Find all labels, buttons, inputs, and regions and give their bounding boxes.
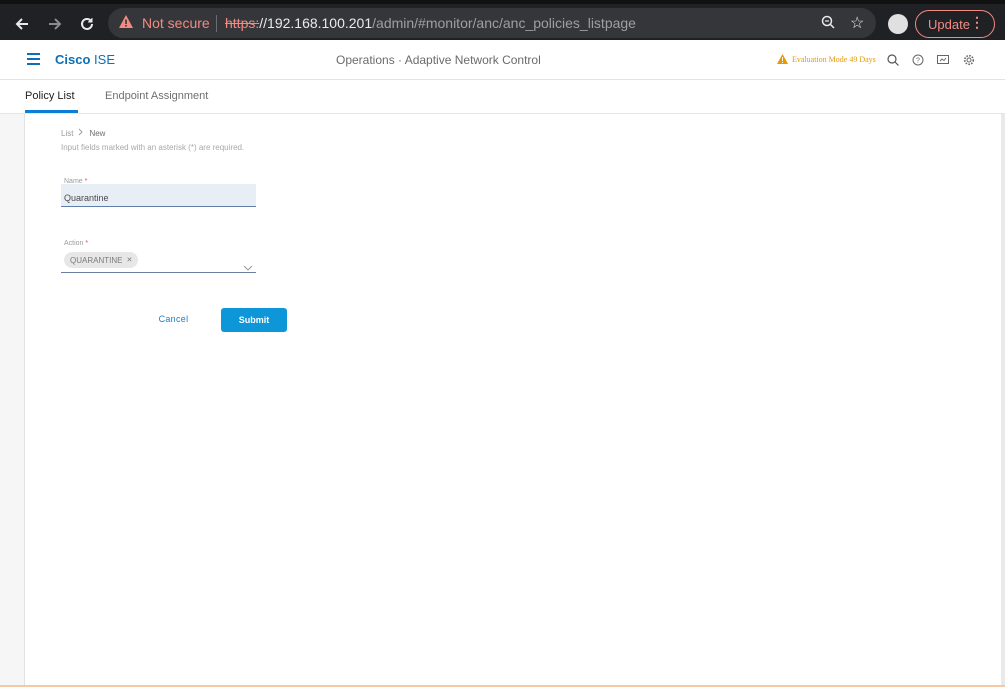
warning-triangle-icon (777, 54, 788, 64)
more-menu-icon: ⋮ (970, 14, 984, 30)
app-header: Cisco ISE Operations · Adaptive Network … (0, 40, 1005, 80)
selected-action-chip: QUARANTINE ✕ (64, 252, 139, 268)
url-scheme: https: (225, 15, 260, 31)
breadcrumb: List New (61, 128, 105, 138)
action-label: Action * (64, 240, 88, 247)
bookmark-star-icon[interactable]: ☆ (850, 13, 864, 33)
remove-chip-icon[interactable]: ✕ (126, 256, 132, 264)
help-icon[interactable]: ? (911, 53, 925, 67)
brand-logo[interactable]: Cisco ISE (55, 52, 115, 67)
required-fields-hint: Input fields marked with an asterisk (*)… (61, 143, 245, 152)
browser-toolbar: Not secure https://192.168.100.201/admin… (0, 0, 1005, 40)
left-gutter (0, 114, 25, 687)
tab-endpoint-assignment[interactable]: Endpoint Assignment (105, 90, 208, 102)
svg-text:?: ? (916, 58, 920, 65)
breadcrumb-list-link[interactable]: List (61, 129, 73, 138)
action-select[interactable]: QUARANTINE ✕ (61, 250, 256, 273)
search-icon[interactable] (886, 53, 900, 67)
reload-icon[interactable] (76, 13, 98, 35)
name-input[interactable] (61, 184, 256, 207)
update-button[interactable]: Update ⋮ (915, 10, 995, 38)
action-label-text: Action (64, 240, 84, 247)
tab-bar: Policy List Endpoint Assignment (0, 80, 1005, 114)
warning-triangle-icon (118, 14, 134, 35)
monitor-icon[interactable] (936, 53, 950, 67)
breadcrumb-current: New (89, 128, 106, 138)
url-host: //192.168.100.201 (259, 15, 373, 31)
update-label: Update (928, 16, 970, 32)
url-path: /admin/#monitor/anc/anc_policies_listpag… (372, 15, 636, 31)
address-bar[interactable]: Not secure https://192.168.100.201/admin… (108, 8, 876, 38)
tab-policy-list[interactable]: Policy List (25, 90, 75, 102)
submit-button[interactable]: Submit (221, 308, 287, 332)
page-title: Operations · Adaptive Network Control (336, 53, 541, 67)
right-scrollbar[interactable] (1001, 114, 1005, 687)
evaluation-text: Evaluation Mode 49 Days (792, 54, 876, 64)
back-arrow-icon[interactable] (11, 13, 33, 35)
chevron-down-icon[interactable] (243, 258, 253, 276)
settings-gear-icon[interactable] (962, 53, 976, 67)
evaluation-notice[interactable]: Evaluation Mode 49 Days (777, 54, 876, 64)
forward-arrow-icon[interactable] (44, 13, 66, 35)
hamburger-menu-icon[interactable] (27, 53, 40, 65)
url-text[interactable]: https://192.168.100.201/admin/#monitor/a… (225, 15, 636, 31)
not-secure-label[interactable]: Not secure (142, 15, 210, 31)
active-tab-indicator (25, 110, 78, 113)
cancel-button[interactable]: Cancel (146, 310, 201, 328)
divider (216, 15, 217, 32)
brand-product: ISE (94, 52, 115, 67)
brand-name: Cisco (55, 52, 91, 67)
selected-action-label: QUARANTINE (70, 255, 123, 265)
profile-avatar[interactable] (888, 14, 908, 34)
required-marker: * (85, 240, 89, 247)
zoom-icon[interactable] (820, 14, 836, 35)
chevron-right-icon (78, 128, 84, 138)
